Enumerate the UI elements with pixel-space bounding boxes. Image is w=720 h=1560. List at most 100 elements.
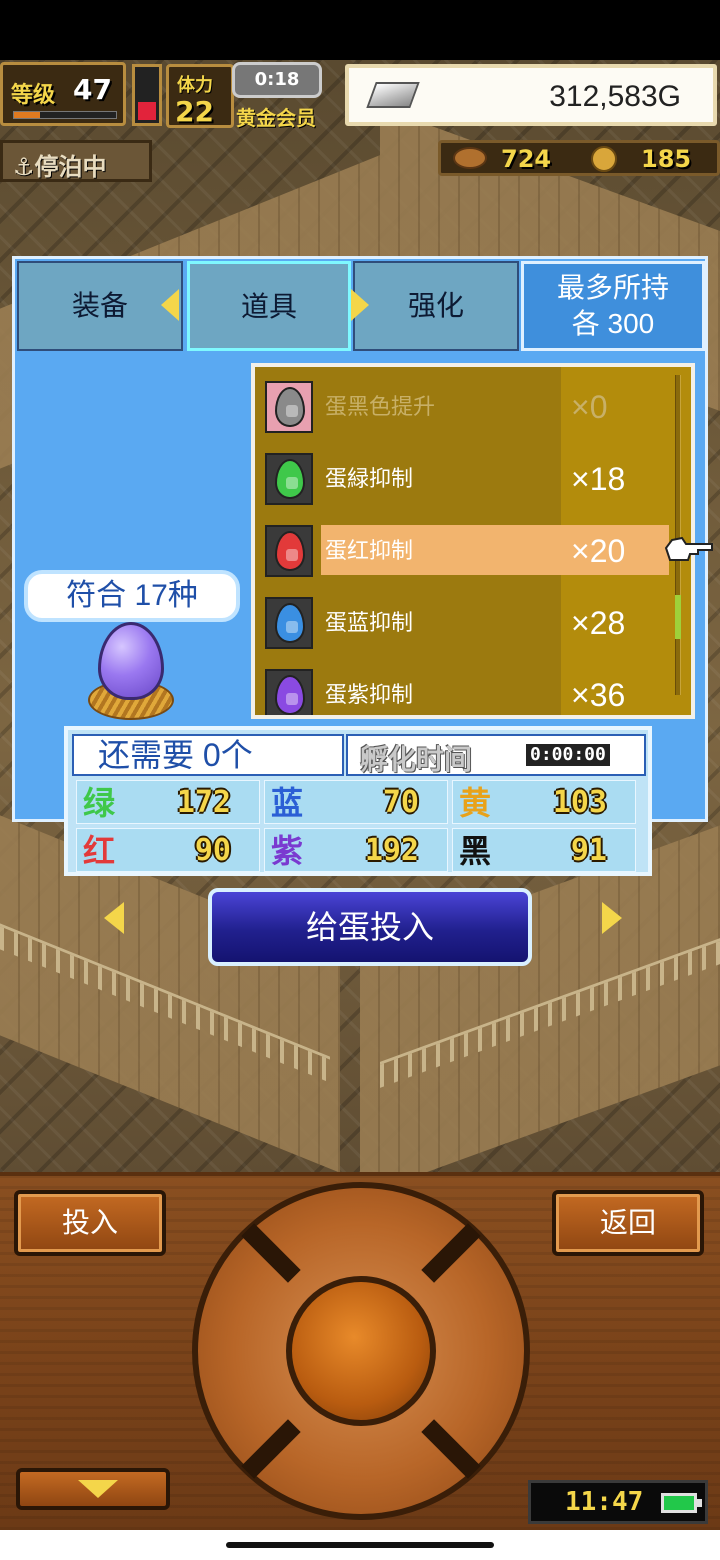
anchor-status-label: ⚓停泊中: [13, 153, 107, 181]
stamina-value: 22: [175, 95, 214, 128]
stat-purple: 紫 192: [264, 828, 448, 872]
scrollbar-thumb[interactable]: [675, 595, 681, 639]
egg-icon: [265, 525, 313, 577]
stat-red: 红 90: [76, 828, 260, 872]
level-value: 47: [73, 73, 112, 106]
egg-symbol: [286, 549, 298, 561]
item-row-purple-suppress[interactable]: 蛋紫抑制 ×36: [255, 659, 655, 715]
dpad-divider: [241, 1419, 301, 1479]
egg-symbol: [286, 405, 298, 417]
level-progress-fill: [14, 112, 40, 118]
egg-icon: [265, 381, 313, 433]
stamina-timer: 0:18: [232, 62, 322, 98]
egg-shape: [275, 459, 305, 499]
stamina-gauge: [132, 64, 162, 126]
egg-stats-box: 还需要 0个 孵化时间 0:00:00 绿 172 蓝 70 黄 103 红 9…: [64, 726, 652, 876]
items-needed: 还需要 0个: [72, 734, 344, 776]
stamina-counter: 体力 22: [166, 64, 234, 128]
battery-tip: [697, 1499, 702, 1507]
dpad-divider: [421, 1419, 481, 1479]
stat-value: 103: [552, 785, 607, 820]
stat-blue: 蓝 70: [264, 780, 448, 824]
item-quantity: ×0: [571, 389, 608, 425]
item-name: 蛋黑色提升: [325, 394, 436, 419]
stat-label: 红: [83, 832, 116, 870]
resource-display: 724 185: [438, 140, 720, 176]
home-indicator[interactable]: [226, 1542, 494, 1548]
item-quantity: ×20: [571, 533, 626, 569]
clock-display: 11:47: [528, 1480, 708, 1524]
food-icon: [453, 147, 487, 169]
stamina-fill: [138, 102, 156, 120]
medal-icon: [591, 146, 617, 172]
stat-label: 黄: [459, 784, 492, 822]
gold-amount: 312,583G: [549, 80, 681, 113]
egg-shape: [275, 675, 305, 715]
tab-equipment[interactable]: 装备: [17, 261, 183, 351]
stat-green: 绿 172: [76, 780, 260, 824]
max-hold-info: 最多所持 各 300: [521, 261, 705, 351]
item-name: 蛋蓝抑制: [325, 610, 414, 635]
egg-shape: [275, 603, 305, 643]
menu-down-button[interactable]: [16, 1468, 170, 1510]
egg-shape: [275, 387, 305, 427]
clock-time: 11:47: [565, 1487, 644, 1517]
stamina-label: 体力: [177, 75, 213, 96]
max-hold-label: 最多所持: [556, 272, 669, 303]
stat-black: 黑 91: [452, 828, 636, 872]
membership-badge: 黄金会员: [236, 106, 316, 130]
stat-label: 紫: [271, 832, 304, 870]
item-quantity: ×28: [571, 605, 626, 641]
tab-prev-arrow-icon[interactable]: [161, 289, 179, 321]
egg-icon: [265, 453, 313, 505]
next-egg-arrow-icon[interactable]: [602, 902, 622, 934]
status-bar: [0, 0, 720, 60]
stat-value: 91: [570, 833, 607, 868]
egg-symbol: [286, 621, 298, 633]
down-arrow-icon: [78, 1480, 118, 1498]
tab-next-arrow-icon[interactable]: [351, 289, 369, 321]
back-button[interactable]: 返回: [552, 1190, 704, 1256]
stat-yellow: 黄 103: [452, 780, 636, 824]
max-hold-value: 各 300: [571, 308, 655, 339]
dpad-divider: [241, 1223, 301, 1283]
food-amount: 724: [501, 145, 552, 173]
egg-shape: [275, 531, 305, 571]
insert-button[interactable]: 投入: [14, 1190, 166, 1256]
prev-egg-arrow-icon[interactable]: [104, 902, 124, 934]
feed-egg-button[interactable]: 给蛋投入: [208, 888, 532, 966]
matching-species-bubble: 符合 17种: [24, 570, 240, 622]
pointer-hand-icon: [664, 536, 713, 561]
stat-value: 172: [176, 785, 231, 820]
item-quantity: ×18: [571, 461, 626, 497]
gold-display: 312,583G: [345, 64, 717, 126]
item-name: 蛋紫抑制: [325, 682, 414, 707]
item-name: 蛋红抑制: [325, 538, 414, 563]
item-quantity: ×36: [571, 677, 626, 713]
item-row-blue-suppress[interactable]: 蛋蓝抑制 ×28: [255, 587, 655, 659]
tab-items[interactable]: 道具: [187, 261, 351, 351]
level-label: 等级: [11, 83, 56, 108]
level-progress-bar: [13, 111, 117, 119]
level-indicator: 等级 47: [0, 62, 126, 126]
tab-enhance[interactable]: 强化: [353, 261, 519, 351]
item-list: 蛋黑色提升 ×0 蛋緑抑制 ×18 蛋红抑制 ×20 蛋蓝抑制 ×28 蛋紫抑制…: [251, 363, 695, 719]
egg-symbol: [286, 477, 298, 489]
stat-label: 黑: [459, 832, 492, 870]
hatch-time-value: 0:00:00: [526, 744, 610, 766]
item-row-green-suppress[interactable]: 蛋緑抑制 ×18: [255, 443, 655, 515]
battery-icon: [661, 1493, 697, 1513]
stat-value: 192: [364, 833, 419, 868]
hatch-time-row: 孵化时间 0:00:00: [346, 734, 646, 776]
anchor-status: ⚓停泊中: [0, 140, 152, 182]
dpad-center-button[interactable]: [286, 1276, 436, 1426]
silver-bar-icon: [366, 82, 420, 108]
egg-symbol: [286, 693, 298, 705]
medal-amount: 185: [641, 145, 692, 173]
stat-label: 蓝: [271, 784, 304, 822]
item-row-red-suppress[interactable]: 蛋红抑制 ×20: [255, 515, 669, 587]
item-name: 蛋緑抑制: [325, 466, 414, 491]
stat-label: 绿: [83, 784, 116, 822]
egg-icon: [265, 669, 313, 715]
item-row-black-boost[interactable]: 蛋黑色提升 ×0: [255, 371, 655, 443]
